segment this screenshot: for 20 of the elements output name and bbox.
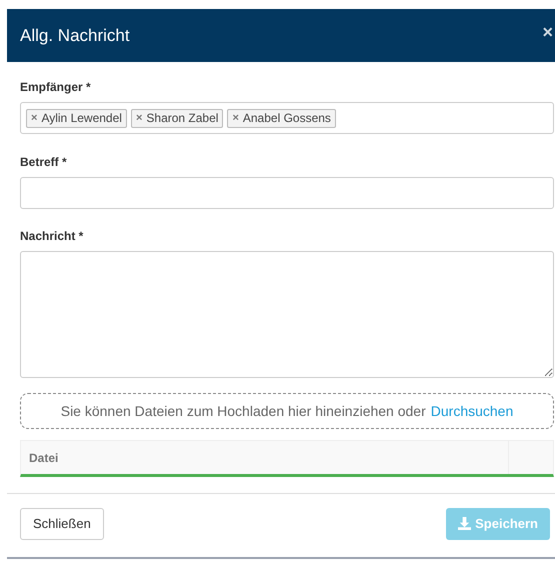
recipient-name: Aylin Lewendel: [41, 110, 122, 127]
close-dialog-button[interactable]: Schließen: [20, 508, 104, 540]
message-field[interactable]: [20, 251, 554, 378]
dropzone[interactable]: Sie können Dateien zum Hochladen hier hineinziehen oder Durchsuchen: [20, 393, 554, 429]
remove-button[interactable]: ×: [136, 112, 142, 124]
remove-button[interactable]: ×: [232, 112, 239, 124]
close-button[interactable]: ×: [542, 22, 553, 40]
field-label: Betreff *: [20, 154, 68, 171]
dialog-title: Allg. Nachricht: [20, 24, 130, 47]
browse-link[interactable]: Durchsuchen: [430, 400, 514, 422]
subject-field[interactable]: [20, 177, 554, 209]
recipient-name: Anabel Gossens: [242, 110, 331, 127]
field-label: Nachricht *: [20, 228, 84, 245]
recipients-field[interactable]: × Aylin Lewendel × Sharon Zabel × Anabel Gossens: [20, 102, 554, 134]
remove-button[interactable]: ×: [31, 112, 38, 124]
recipient-name: Sharon Zabel: [146, 110, 218, 127]
field-label: Empfänger *: [20, 79, 92, 96]
column-header: Datei: [28, 450, 60, 466]
dropzone-text: Sie können Dateien zum Hochladen hier hineinziehen oder: [60, 402, 426, 420]
download-icon: [458, 517, 472, 530]
